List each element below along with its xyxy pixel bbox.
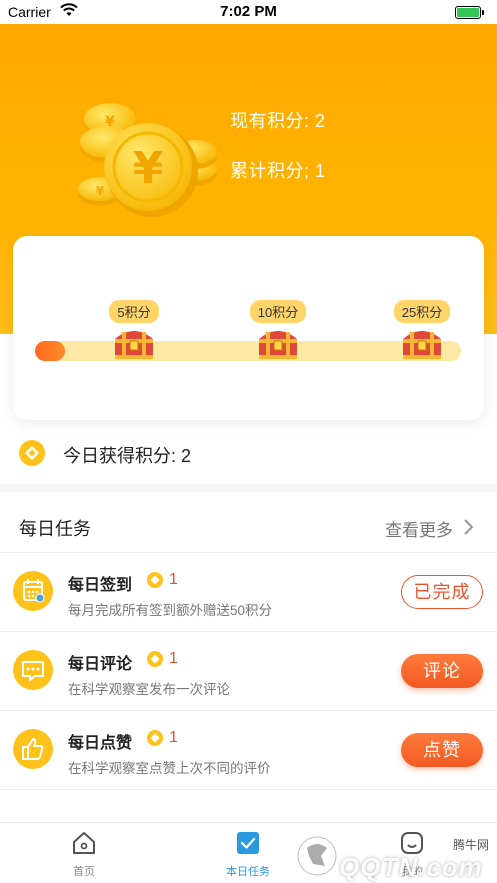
- task-description: 每月完成所有签到额外赠送50积分: [68, 603, 273, 618]
- view-more-link[interactable]: 查看更多: [385, 516, 453, 541]
- milestone-label: 25积分: [393, 300, 451, 323]
- coins-illustration: ¥ ¥ ¥: [78, 103, 217, 217]
- svg-text:¥: ¥: [96, 184, 105, 198]
- battery-icon: [455, 6, 484, 19]
- profile-icon: [401, 832, 423, 854]
- tab-daily-tasks[interactable]: 本日任务: [208, 831, 288, 879]
- progress-fill: [35, 341, 65, 361]
- clock: 7:02 PM: [220, 3, 277, 20]
- task-description: 在科学观察室发布一次评论: [68, 682, 230, 697]
- points-coin-icon: [147, 572, 163, 588]
- section-title: 每日任务: [19, 519, 91, 539]
- task-icon-bg: [13, 650, 53, 690]
- task-points: 1: [169, 729, 178, 746]
- task-completed-button[interactable]: 已完成: [401, 575, 483, 609]
- today-points-row: 今日获得积分: 2: [0, 430, 497, 475]
- task-like: 每日点赞 1 在科学观察室点赞上次不同的评价 点赞: [0, 711, 497, 789]
- milestone-5[interactable]: 5积分: [104, 300, 164, 361]
- points-progress-card: 5积分 10积分 25积分: [13, 236, 484, 420]
- status-bar: Carrier 7:02 PM: [0, 0, 497, 24]
- comment-icon: [22, 661, 44, 681]
- thumbs-up-icon: [22, 738, 44, 760]
- daily-tasks-header: 每日任务 查看更多: [0, 500, 497, 552]
- task-checkin: 每日签到 1 每月完成所有签到额外赠送50积分 已完成: [0, 553, 497, 631]
- tab-home[interactable]: 首页: [44, 831, 124, 879]
- svg-text:¥: ¥: [105, 114, 115, 130]
- milestone-25[interactable]: 25积分: [392, 300, 452, 361]
- task-points: 1: [169, 571, 178, 588]
- task-comment: 每日评论 1 在科学观察室发布一次评论 评论: [0, 632, 497, 710]
- calendar-icon: [23, 579, 45, 603]
- points-coin-icon: [147, 730, 163, 746]
- milestone-label: 10积分: [249, 300, 307, 323]
- svg-text:¥: ¥: [133, 143, 164, 194]
- task-name: 每日评论: [68, 656, 133, 673]
- tab-profile[interactable]: 我的: [372, 831, 452, 879]
- bottom-tab-bar: 首页 本日任务 我的: [0, 822, 497, 883]
- tab-label: 首页: [73, 866, 95, 878]
- tab-label: 本日任务: [226, 866, 270, 878]
- total-points-label: 累计积分; 1: [230, 161, 326, 181]
- points-coin-icon: [19, 440, 45, 466]
- task-icon-bg: [13, 571, 53, 611]
- treasure-chest-icon: [259, 331, 297, 359]
- milestone-10[interactable]: 10积分: [248, 300, 308, 361]
- treasure-chest-icon: [115, 331, 153, 359]
- task-name: 每日点赞: [68, 735, 133, 752]
- treasure-chest-icon: [403, 331, 441, 359]
- divider: [0, 789, 497, 790]
- points-coin-icon: [147, 651, 163, 667]
- milestone-label: 5积分: [109, 300, 159, 323]
- task-icon-bg: [13, 729, 53, 769]
- chevron-right-icon[interactable]: [463, 518, 475, 536]
- current-points-label: 现有积分: 2: [230, 111, 326, 131]
- task-description: 在科学观察室点赞上次不同的评价: [68, 761, 271, 776]
- home-icon: [73, 832, 95, 854]
- comment-button[interactable]: 评论: [401, 654, 483, 688]
- like-button[interactable]: 点赞: [401, 733, 483, 767]
- check-icon: [237, 832, 259, 854]
- section-divider: [0, 484, 497, 492]
- task-name: 每日签到: [68, 577, 133, 594]
- task-points: 1: [169, 650, 178, 667]
- today-points-label: 今日获得积分: 2: [63, 446, 192, 466]
- tab-label: 我的: [401, 866, 423, 878]
